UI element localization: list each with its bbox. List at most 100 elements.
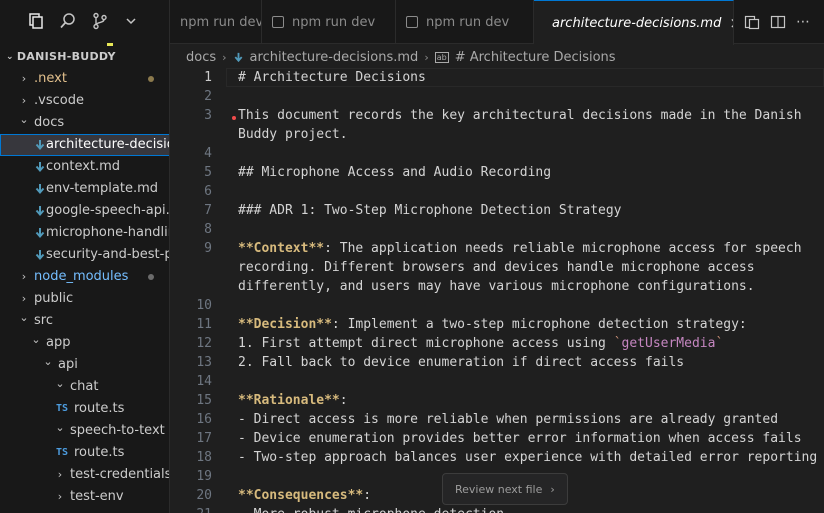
file-item[interactable]: security-and-best-pr... [0,244,169,266]
line-number: 8 [204,222,212,237]
chevron-down-icon[interactable] [120,10,142,32]
text-span: Buddy project. [238,127,348,142]
file-item[interactable]: env-template.md [0,178,169,200]
breadcrumb-symbol[interactable]: # Architecture Decisions [455,50,616,65]
chevron-down-icon: ⌄ [55,377,65,390]
text-span: 2. Fall back to device enumeration if di… [238,355,685,370]
tab-terminal-3[interactable]: npm run dev [396,0,534,44]
file-item[interactable]: architecture-decisio... [0,134,169,156]
line-number: 3 [204,108,212,123]
folder-item[interactable]: ⌄ api [0,354,169,376]
chevron-down-icon: ⌄ [19,311,29,324]
file-item[interactable]: TS route.ts [0,398,169,420]
code-line: - Device enumeration provides better err… [238,429,802,448]
folder-item[interactable]: ⌄ src [0,310,169,332]
code-line: **Consequences**: [238,486,371,505]
bold-text: **Consequences** [238,488,364,503]
folder-item[interactable]: ⌄ speech-to-text [0,420,169,442]
review-next-file-button[interactable]: Review next file › [442,473,568,505]
chevron-right-icon: › [222,50,227,64]
chevron-down-icon: ⌄ [31,333,41,346]
modified-gutter-marker [232,116,236,120]
bold-text: **Rationale** [238,393,340,408]
explorer-icon[interactable] [25,10,47,32]
text-span: - Two-step approach balances user experi… [238,450,818,465]
line-number: 13 [196,355,212,370]
item-label: route.ts [74,401,125,416]
item-label: .vscode [34,93,84,108]
item-label: architecture-decisio... [46,137,169,152]
review-next-file-label: Review next file [455,482,543,496]
file-item[interactable]: TS route.ts [0,442,169,464]
tab-terminal-1[interactable]: npm run dev [170,0,262,44]
item-label: context.md [46,159,121,174]
chevron-right-icon: › [21,72,27,85]
chevron-right-icon: › [21,270,27,283]
item-label: chat [70,379,99,394]
code-line: This document records the key architectu… [238,106,802,125]
tab-architecture-decisions[interactable]: architecture-decisions.md × [534,0,734,45]
code-editor[interactable]: 1 # Architecture Decisions 2 3 This document… [170,68,824,513]
folder-item[interactable]: ⌄ docs [0,112,169,134]
code-line: **Decision**: Implement a two-step micro… [238,315,747,334]
code-line: ### ADR 1: Two-Step Microphone Detection… [238,201,622,220]
text-span: # Architecture Decisions [238,70,426,85]
item-label: env-template.md [46,181,159,196]
explorer-sidebar: ⌄ DANISH-BUDDY › .next › .vscode ⌄ docs archit… [0,0,170,513]
tab-label: architecture-decisions.md [552,15,722,31]
text-span: : [363,488,372,503]
markdown-icon [35,228,45,239]
text-span: 1. First attempt direct microphone acces… [238,336,614,351]
breadcrumb: docs › architecture-decisions.md › ab # … [186,47,616,67]
tab-label: npm run dev [426,14,510,30]
folder-item[interactable]: › .next [0,68,169,90]
line-number: 10 [196,298,212,313]
text-span: recording. Different browsers and device… [238,260,755,275]
code-line: # Architecture Decisions [238,68,426,87]
code-line: - Two-step approach balances user experi… [238,448,817,467]
line-number: 17 [196,431,212,446]
folder-item[interactable]: ⌄ app [0,332,169,354]
item-label: route.ts [74,445,125,460]
file-item[interactable]: context.md [0,156,169,178]
chevron-right-icon: › [57,468,63,481]
line-number [170,258,212,277]
text-span: : The application needs reliable microph… [324,241,802,256]
search-icon[interactable] [57,10,79,32]
close-icon[interactable]: × [729,14,733,32]
tab-terminal-2[interactable]: npm run dev [262,0,396,44]
text-span: ### ADR 1: Two-Step Microphone Detection… [238,203,622,218]
breadcrumb-folder[interactable]: docs [186,50,216,65]
code-line: **Context**: The application needs relia… [238,239,802,258]
item-label: node_modules [34,269,129,284]
breadcrumb-file[interactable]: architecture-decisions.md [250,50,419,65]
split-editor-icon[interactable] [770,14,786,30]
folder-item[interactable]: ⌄ chat [0,376,169,398]
item-label: public [34,291,74,306]
source-control-icon[interactable] [89,10,111,32]
chevron-right-icon: › [57,490,63,503]
more-actions-icon[interactable]: ⋯ [796,14,812,30]
open-changes-icon[interactable] [744,14,760,30]
editor-actions: ⋯ [744,0,812,44]
line-number: 6 [204,184,212,199]
markdown-icon [35,206,45,217]
file-item[interactable]: microphone-handlin... [0,222,169,244]
markdown-icon [35,184,45,195]
text-span: : Implement a two-step microphone detect… [331,317,747,332]
item-label: test-credentials [70,467,170,482]
folder-item[interactable]: › test-credentials [0,464,170,486]
file-item[interactable]: google-speech-api.... [0,200,169,222]
markdown-icon [35,250,45,261]
bold-text: **Context** [238,241,325,256]
code-line: - Direct access is more reliable when pe… [238,410,778,429]
folder-item[interactable]: › test-env [0,486,169,508]
line-number: 18 [196,450,212,465]
text-span: ## Microphone Access and Audio Recording [238,165,552,180]
line-number: 11 [196,317,212,332]
text-span: - Device enumeration provides better err… [238,431,802,446]
line-number [170,125,212,144]
workspace-title[interactable]: ⌄ DANISH-BUDDY [6,50,116,63]
tab-label: npm run dev [292,14,376,30]
folder-item[interactable]: › node_modules [0,266,169,288]
